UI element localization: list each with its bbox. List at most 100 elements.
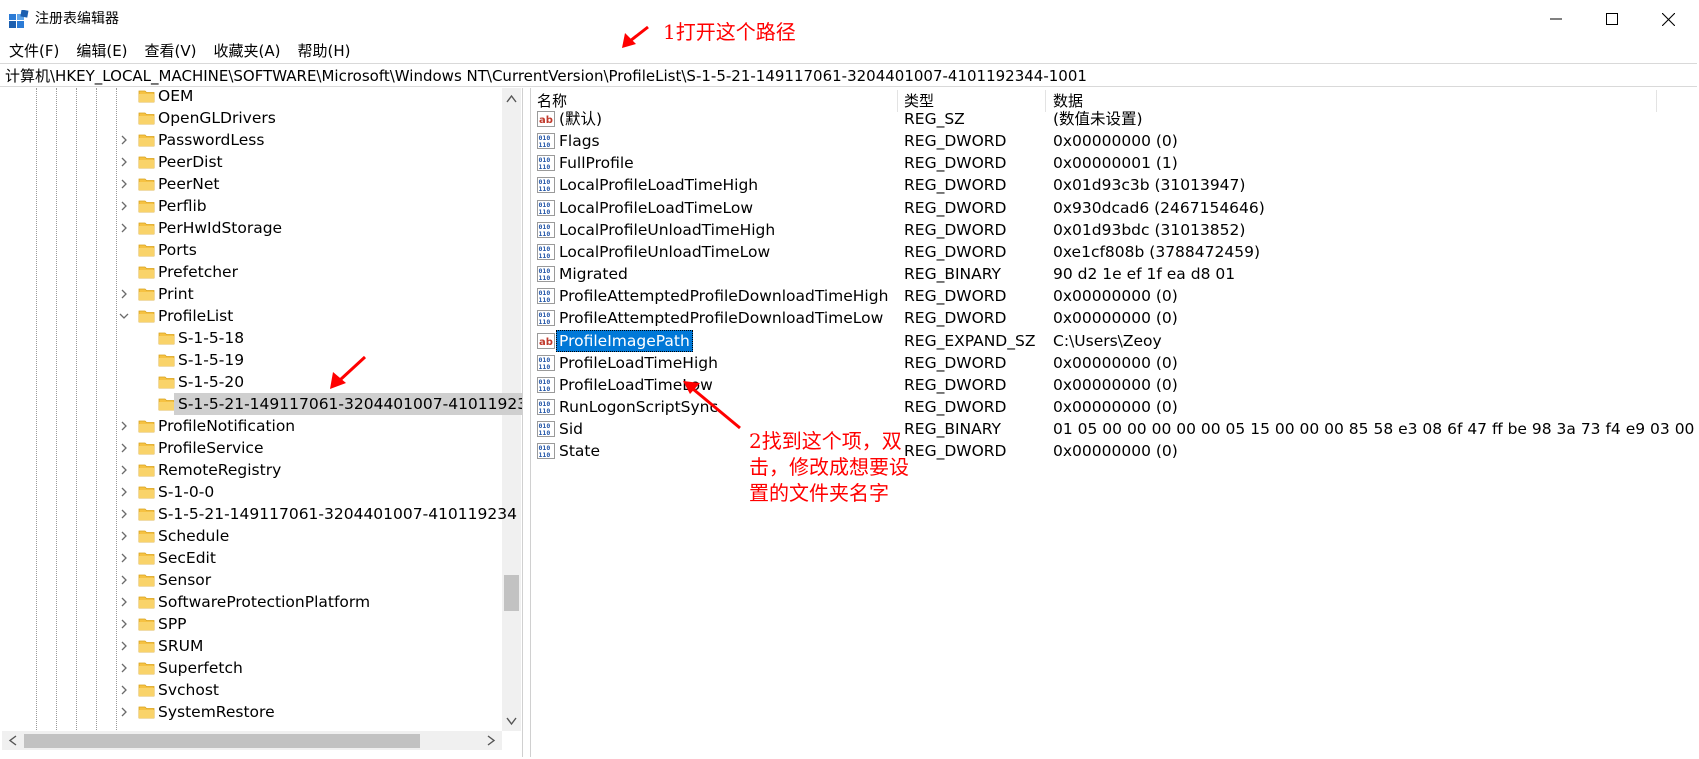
value-row[interactable]: ab ProfileImagePath REG_EXPAND_SZ C:\Users\… <box>531 329 1696 353</box>
value-row[interactable]: 010 110 LocalProfileUnloadTimeLow REG_DWORD… <box>531 240 1696 264</box>
tree-item[interactable]: S-1-5-21-149117061-3204401007-41011923 <box>2 393 522 415</box>
scroll-right-arrow-icon[interactable] <box>486 735 496 746</box>
tree-item[interactable]: Ports <box>2 239 500 261</box>
svg-text:ab: ab <box>539 337 553 348</box>
chevron-right-icon[interactable] <box>118 134 130 146</box>
tree-item[interactable]: SoftwareProtectionPlatform <box>2 591 500 613</box>
value-row[interactable]: 010 110 Sid REG_BINARY 01 05 00 00 00 00 00 … <box>531 417 1699 441</box>
chevron-right-icon[interactable] <box>118 640 130 652</box>
svg-text:110: 110 <box>539 141 551 149</box>
tree-item[interactable]: Print <box>2 283 500 305</box>
value-row[interactable]: 010 110 LocalProfileLoadTimeHigh REG_DWORD 0… <box>531 173 1696 197</box>
chevron-right-icon[interactable] <box>118 178 130 190</box>
tree-item[interactable]: OEM <box>2 88 500 107</box>
tree-item[interactable]: SPP <box>2 613 500 635</box>
chevron-right-icon[interactable] <box>118 420 130 432</box>
value-row[interactable]: ab (默认) REG_SZ (数值未设置) <box>531 107 1696 131</box>
tree-item[interactable]: S-1-5-19 <box>2 349 500 371</box>
tree-item[interactable]: S-1-5-20 <box>2 371 500 393</box>
title-bar: 注册表编辑器 <box>0 0 1699 38</box>
scroll-up-arrow-icon[interactable] <box>506 94 517 104</box>
tree-horizontal-scrollbar[interactable] <box>2 731 502 750</box>
value-row[interactable]: 010 110 LocalProfileLoadTimeLow REG_DWORD 0x… <box>531 196 1696 220</box>
value-row[interactable]: 010 110 ProfileAttemptedProfileDownloadTim… <box>531 284 1696 308</box>
value-row[interactable]: 010 110 LocalProfileUnloadTimeHigh REG_DWOR… <box>531 218 1696 242</box>
value-name: ProfileAttemptedProfileDownloadTimeHigh <box>559 287 889 306</box>
menu-item[interactable]: 编辑(E) <box>67 40 135 62</box>
chevron-right-icon[interactable] <box>118 288 130 300</box>
chevron-right-icon[interactable] <box>118 464 130 476</box>
scroll-down-arrow-icon[interactable] <box>506 716 517 726</box>
folder-icon <box>138 90 155 103</box>
value-data: 0x00000000 (0) <box>1053 375 1178 394</box>
value-row[interactable]: 010 110 State REG_DWORD 0x00000000 (0) <box>531 439 1696 463</box>
tree-item[interactable]: PeerDist <box>2 151 500 173</box>
window-title: 注册表编辑器 <box>35 11 119 27</box>
value-row[interactable]: 010 110 Flags REG_DWORD 0x00000000 (0) <box>531 129 1696 153</box>
chevron-right-icon[interactable] <box>118 574 130 586</box>
chevron-right-icon[interactable] <box>118 596 130 608</box>
tree-item-label: ProfileList <box>158 307 234 325</box>
folder-icon <box>158 398 175 411</box>
tree-item[interactable]: Sensor <box>2 569 500 591</box>
value-type: REG_BINARY <box>904 265 1001 284</box>
menu-item[interactable]: 帮助(H) <box>288 40 358 62</box>
chevron-right-icon[interactable] <box>118 684 130 696</box>
tree-item-label: S-1-5-21-149117061-3204401007-410119234 <box>158 505 517 523</box>
value-row[interactable]: 010 110 ProfileAttemptedProfileDownloadTim… <box>531 306 1696 330</box>
close-button[interactable] <box>1640 0 1696 38</box>
tree-item[interactable]: S-1-5-18 <box>2 327 500 349</box>
tree-item[interactable]: S-1-5-21-149117061-3204401007-410119234 <box>2 503 517 525</box>
chevron-right-icon[interactable] <box>118 486 130 498</box>
values-pane[interactable]: 名称 类型 数据 ab (默认) REG_SZ (数值未设置) 010 110 Flags R… <box>530 88 1699 757</box>
tree-item[interactable]: SRUM <box>2 635 500 657</box>
binary-value-icon: 010110 <box>537 398 555 415</box>
minimize-button[interactable] <box>1528 0 1584 38</box>
chevron-right-icon[interactable] <box>118 706 130 718</box>
tree-item[interactable]: S-1-0-0 <box>2 481 500 503</box>
chevron-right-icon[interactable] <box>118 442 130 454</box>
key-tree-pane[interactable]: OEM OpenGLDrivers PasswordLess PeerDist Peer… <box>2 88 523 757</box>
tree-item-label: ProfileNotification <box>158 417 296 435</box>
maximize-button[interactable] <box>1584 0 1640 38</box>
tree-vertical-scroll-thumb[interactable] <box>504 575 519 611</box>
chevron-right-icon[interactable] <box>118 508 130 520</box>
address-bar[interactable]: 计算机\HKEY_LOCAL_MACHINE\SOFTWARE\Microsof… <box>0 63 1697 87</box>
menu-item[interactable]: 文件(F) <box>0 40 67 62</box>
chevron-right-icon[interactable] <box>118 530 130 542</box>
tree-horizontal-scroll-thumb[interactable] <box>24 734 420 748</box>
value-row[interactable]: 010 110 RunLogonScriptSync REG_DWORD 0x00000… <box>531 395 1696 419</box>
chevron-right-icon[interactable] <box>118 618 130 630</box>
tree-item[interactable]: Superfetch <box>2 657 500 679</box>
tree-item[interactable]: ProfileNotification <box>2 415 500 437</box>
tree-item[interactable]: RemoteRegistry <box>2 459 500 481</box>
menu-item[interactable]: 查看(V) <box>136 40 205 62</box>
value-row[interactable]: 010 110 Migrated REG_BINARY 90 d2 1e ef 1f e… <box>531 262 1696 286</box>
tree-item[interactable]: Perflib <box>2 195 500 217</box>
value-data: 01 05 00 00 00 00 00 05 15 00 00 00 85 5… <box>1053 420 1699 439</box>
folder-icon <box>158 354 175 367</box>
value-row[interactable]: 010 110 ProfileLoadTimeLow REG_DWORD 0x00000… <box>531 373 1696 397</box>
tree-item[interactable]: PerHwIdStorage <box>2 217 500 239</box>
chevron-right-icon[interactable] <box>118 552 130 564</box>
menu-item[interactable]: 收藏夹(A) <box>205 40 289 62</box>
tree-item[interactable]: SystemRestore <box>2 701 500 723</box>
chevron-right-icon[interactable] <box>118 662 130 674</box>
tree-item[interactable]: Schedule <box>2 525 500 547</box>
tree-item[interactable]: ProfileList <box>2 305 500 327</box>
chevron-right-icon[interactable] <box>118 222 130 234</box>
tree-item[interactable]: PasswordLess <box>2 129 500 151</box>
value-row[interactable]: 010 110 ProfileLoadTimeHigh REG_DWORD 0x0000… <box>531 351 1696 375</box>
tree-item[interactable]: Svchost <box>2 679 500 701</box>
tree-item[interactable]: SecEdit <box>2 547 500 569</box>
tree-item[interactable]: ProfileService <box>2 437 500 459</box>
value-row[interactable]: 010 110 FullProfile REG_DWORD 0x00000001 (1) <box>531 151 1696 175</box>
tree-item[interactable]: PeerNet <box>2 173 500 195</box>
tree-item[interactable]: OpenGLDrivers <box>2 107 500 129</box>
tree-item[interactable]: Prefetcher <box>2 261 500 283</box>
scroll-left-arrow-icon[interactable] <box>8 735 18 746</box>
chevron-right-icon[interactable] <box>118 200 130 212</box>
chevron-right-icon[interactable] <box>118 156 130 168</box>
chevron-down-icon[interactable] <box>118 310 130 322</box>
tree-item-label: ProfileService <box>158 439 264 457</box>
